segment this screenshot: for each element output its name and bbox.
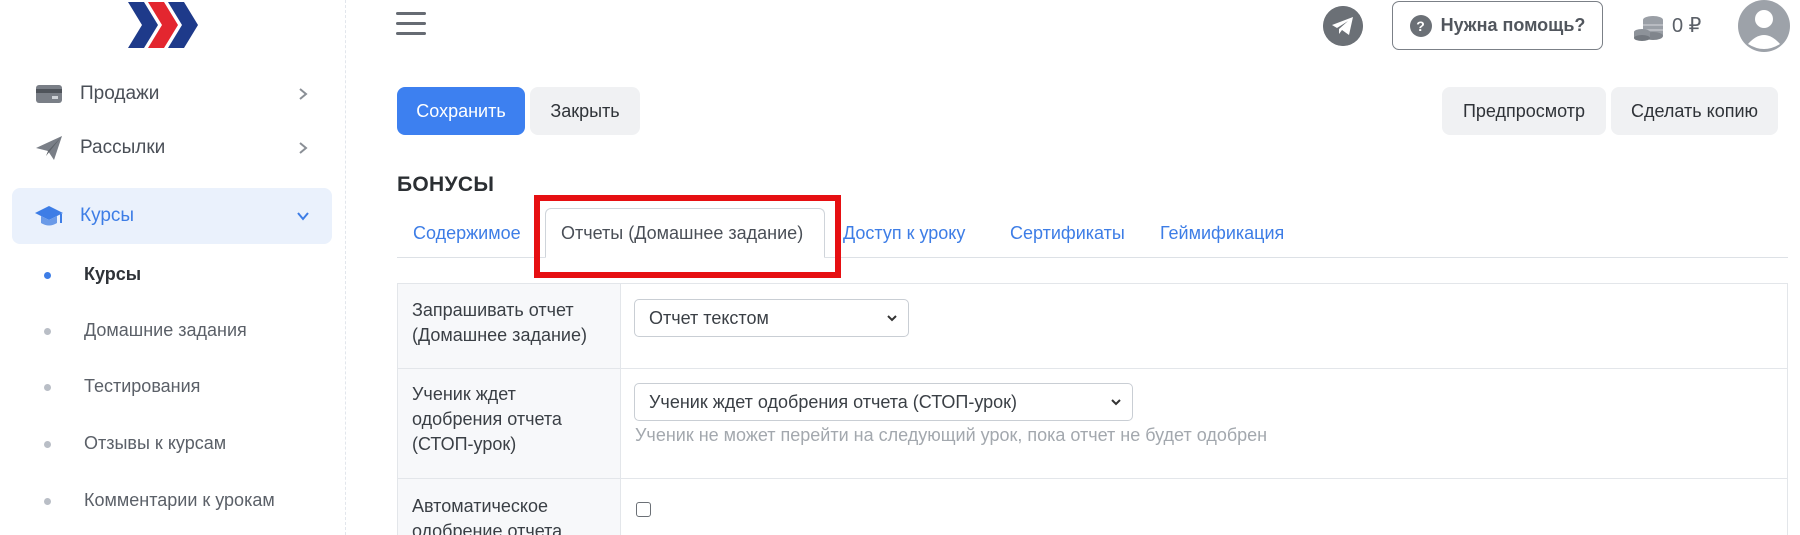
sidebar-item-label: Рассылки [80, 137, 166, 158]
bullet-dot [44, 384, 51, 391]
menu-toggle-button[interactable] [396, 12, 426, 38]
sidebar-subitem-homework[interactable]: Домашние задания [0, 311, 346, 351]
hamburger-icon [396, 12, 426, 15]
help-button[interactable]: ? Нужна помощь? [1392, 1, 1603, 50]
user-avatar[interactable] [1736, 0, 1792, 52]
bullet-dot [44, 272, 51, 279]
tab-lesson-access[interactable]: Доступ к уроку [843, 208, 965, 258]
coins-icon [1634, 16, 1663, 41]
wait-approval-select[interactable]: Ученик ждет одобрения отчета (СТОП-урок) [634, 383, 1133, 421]
row-divider [398, 368, 1787, 369]
logo[interactable] [128, 2, 204, 48]
tab-gamification[interactable]: Геймификация [1160, 208, 1284, 258]
paper-plane-icon [36, 136, 62, 160]
chevron-down-icon [297, 212, 309, 221]
graduation-cap-icon [35, 206, 63, 226]
sidebar-subitem-label: Отзывы к курсам [84, 433, 227, 453]
wait-approval-hint: Ученик не может перейти на следующий уро… [635, 425, 1268, 445]
preview-button[interactable]: Предпросмотр [1442, 87, 1606, 135]
sidebar: Продажи Рассылки Курсы Курсы Домашние за… [0, 0, 346, 535]
tab-reports[interactable]: Отчеты (Домашнее задание) [545, 208, 825, 258]
bullet-dot [44, 328, 51, 335]
report-type-value: Отчет текстом [649, 307, 769, 328]
auto-approve-checkbox[interactable] [636, 502, 651, 517]
sidebar-item-label: Курсы [80, 205, 135, 226]
report-type-select[interactable]: Отчет текстом [634, 299, 909, 337]
sidebar-subitem-label: Курсы [84, 264, 142, 284]
question-icon: ? [1409, 14, 1432, 37]
save-button[interactable]: Сохранить [397, 87, 525, 135]
chevron-right-icon [299, 142, 308, 154]
sidebar-item-sales[interactable]: Продажи [12, 66, 332, 122]
telegram-icon[interactable] [1323, 6, 1363, 46]
sidebar-subitem-label: Домашние задания [84, 320, 247, 340]
tab-certificates[interactable]: Сертификаты [1010, 208, 1125, 258]
sidebar-subitem-comments[interactable]: Комментарии к урокам [0, 481, 346, 521]
sidebar-item-mailings[interactable]: Рассылки [12, 120, 332, 176]
report-settings-form: Запрашивать отчет (Домашнее задание) Отч… [397, 283, 1788, 535]
sidebar-subitem-label: Комментарии к урокам [84, 490, 275, 510]
make-copy-button[interactable]: Сделать копию [1611, 87, 1778, 135]
sidebar-subitem-label: Тестирования [84, 376, 201, 396]
bullet-dot [44, 498, 51, 505]
chevron-down-icon [1111, 399, 1121, 406]
chevron-down-icon [887, 315, 897, 322]
request-report-label: Запрашивать отчет (Домашнее задание) [412, 300, 587, 345]
wait-approval-label: Ученик ждет одобрения отчета (СТОП-урок) [412, 384, 562, 454]
wait-approval-value: Ученик ждет одобрения отчета (СТОП-урок) [649, 391, 1018, 412]
sidebar-subitem-courses[interactable]: Курсы [0, 255, 346, 295]
card-icon [36, 85, 62, 103]
help-button-label: Нужна помощь? [1440, 15, 1586, 35]
sidebar-subitem-reviews[interactable]: Отзывы к курсам [0, 424, 346, 464]
sidebar-subitem-tests[interactable]: Тестирования [0, 367, 346, 407]
row-divider [398, 478, 1787, 479]
bullet-dot [44, 441, 51, 448]
sidebar-item-label: Продажи [80, 83, 160, 104]
sidebar-item-courses[interactable]: Курсы [12, 188, 332, 244]
balance-value: 0 ₽ [1672, 15, 1702, 37]
close-button[interactable]: Закрыть [530, 87, 640, 135]
tab-content[interactable]: Содержимое [413, 208, 521, 258]
chevron-right-icon [299, 88, 308, 100]
section-title: БОНУСЫ [397, 173, 495, 196]
auto-approve-label: Автоматическое одобрение отчета [412, 496, 563, 535]
